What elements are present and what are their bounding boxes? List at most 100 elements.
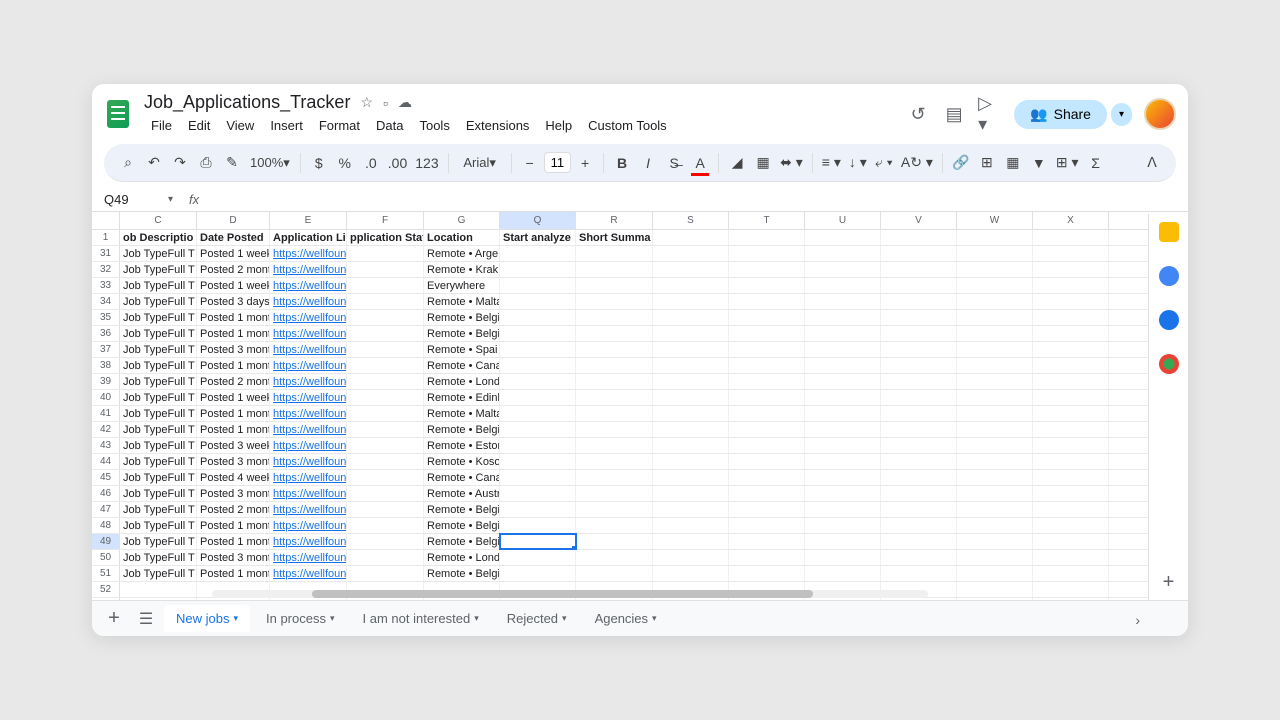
cell[interactable] xyxy=(576,438,653,453)
cell[interactable] xyxy=(881,310,957,325)
cell[interactable]: Remote • Belgi xyxy=(424,502,500,517)
zoom-select[interactable]: 100% ▾ xyxy=(246,151,294,175)
row-header[interactable]: 45 xyxy=(92,470,120,485)
cell[interactable] xyxy=(653,454,729,469)
cell[interactable] xyxy=(576,406,653,421)
row-header[interactable]: 46 xyxy=(92,486,120,501)
cell[interactable]: Remote • Cana xyxy=(424,358,500,373)
cell[interactable] xyxy=(729,358,805,373)
cell[interactable] xyxy=(805,550,881,565)
cell[interactable] xyxy=(881,534,957,549)
cell[interactable] xyxy=(729,550,805,565)
row-header[interactable]: 38 xyxy=(92,358,120,373)
cell[interactable] xyxy=(881,518,957,533)
link-cell[interactable]: https://wellfoun xyxy=(270,342,347,357)
cell[interactable] xyxy=(957,566,1033,581)
cell[interactable] xyxy=(653,390,729,405)
menu-insert[interactable]: Insert xyxy=(263,115,310,136)
sheet-tab[interactable]: Agencies ▾ xyxy=(583,605,669,632)
cell[interactable] xyxy=(1033,374,1109,389)
cell[interactable] xyxy=(500,454,576,469)
cell[interactable]: Job TypeFull T xyxy=(120,566,197,581)
v-align-icon[interactable]: ↓ ▾ xyxy=(846,151,870,175)
cell[interactable]: Job TypeFull T xyxy=(120,470,197,485)
cell[interactable]: Remote • Cana xyxy=(424,470,500,485)
cell[interactable] xyxy=(653,278,729,293)
cell[interactable] xyxy=(729,262,805,277)
cell[interactable] xyxy=(957,550,1033,565)
cell[interactable] xyxy=(957,422,1033,437)
cell[interactable] xyxy=(500,550,576,565)
cell[interactable]: Job TypeFull T xyxy=(120,422,197,437)
col-header[interactable]: D xyxy=(197,212,270,229)
cell[interactable] xyxy=(576,390,653,405)
cell[interactable] xyxy=(729,486,805,501)
cell[interactable] xyxy=(881,486,957,501)
cell[interactable] xyxy=(347,550,424,565)
cell[interactable]: Remote • Koso xyxy=(424,454,500,469)
cell[interactable]: Everywhere xyxy=(424,278,500,293)
cell[interactable] xyxy=(653,438,729,453)
cell[interactable] xyxy=(576,454,653,469)
cell[interactable]: Remote • Arge xyxy=(424,246,500,261)
history-icon[interactable]: ↺ xyxy=(906,102,930,126)
cell[interactable] xyxy=(805,454,881,469)
col-header[interactable]: C xyxy=(120,212,197,229)
cell[interactable] xyxy=(957,406,1033,421)
cell[interactable] xyxy=(576,534,653,549)
fill-color-icon[interactable]: ◢ xyxy=(725,151,749,175)
link-cell[interactable]: https://wellfoun xyxy=(270,422,347,437)
cell[interactable] xyxy=(805,262,881,277)
row-header[interactable]: 32 xyxy=(92,262,120,277)
cell[interactable] xyxy=(653,422,729,437)
wrap-icon[interactable]: ⤶ ▾ xyxy=(872,151,896,175)
cell[interactable]: Remote • Malta xyxy=(424,294,500,309)
cell[interactable] xyxy=(805,294,881,309)
col-header[interactable]: E xyxy=(270,212,347,229)
cell[interactable]: Remote • Krak xyxy=(424,262,500,277)
link-cell[interactable]: https://wellfoun xyxy=(270,310,347,325)
cell[interactable] xyxy=(805,342,881,357)
spreadsheet-grid[interactable]: CDEFGQRSTUVWX 1 ob DescriptioDate Posted… xyxy=(92,212,1188,612)
cell[interactable] xyxy=(957,518,1033,533)
paint-format-icon[interactable]: ✎ xyxy=(220,151,244,175)
keep-icon[interactable] xyxy=(1159,222,1179,242)
cell[interactable] xyxy=(653,342,729,357)
cell[interactable]: Job TypeFull T xyxy=(120,390,197,405)
cell[interactable] xyxy=(881,342,957,357)
cell[interactable] xyxy=(347,262,424,277)
cell[interactable] xyxy=(347,374,424,389)
merge-icon[interactable]: ⬌ ▾ xyxy=(777,151,806,175)
link-cell[interactable]: https://wellfoun xyxy=(270,518,347,533)
col-header[interactable]: S xyxy=(653,212,729,229)
cell[interactable]: Posted 2 montl xyxy=(197,374,270,389)
cell[interactable] xyxy=(653,310,729,325)
cell[interactable] xyxy=(1033,246,1109,261)
cell[interactable] xyxy=(500,566,576,581)
cell[interactable]: Job TypeFull T xyxy=(120,278,197,293)
cell[interactable] xyxy=(347,358,424,373)
chevron-down-icon[interactable]: ▾ xyxy=(652,613,657,624)
chevron-down-icon[interactable]: ▾ xyxy=(562,613,567,624)
cell[interactable]: Job TypeFull T xyxy=(120,374,197,389)
cell[interactable] xyxy=(653,470,729,485)
link-cell[interactable]: https://wellfoun xyxy=(270,374,347,389)
italic-icon[interactable]: I xyxy=(636,151,660,175)
cell[interactable] xyxy=(957,374,1033,389)
cell[interactable] xyxy=(500,486,576,501)
cell[interactable] xyxy=(347,294,424,309)
col-header[interactable]: G xyxy=(424,212,500,229)
cell[interactable] xyxy=(500,406,576,421)
col-header[interactable]: R xyxy=(576,212,653,229)
cell[interactable] xyxy=(576,422,653,437)
cell[interactable] xyxy=(576,342,653,357)
cell[interactable] xyxy=(1033,534,1109,549)
cell[interactable] xyxy=(957,294,1033,309)
row-header[interactable]: 50 xyxy=(92,550,120,565)
cell[interactable] xyxy=(805,406,881,421)
cell[interactable] xyxy=(1033,422,1109,437)
cell[interactable]: Remote • Edinl xyxy=(424,390,500,405)
cell[interactable] xyxy=(347,518,424,533)
row-header[interactable]: 40 xyxy=(92,390,120,405)
cell[interactable]: Posted 3 montl xyxy=(197,454,270,469)
